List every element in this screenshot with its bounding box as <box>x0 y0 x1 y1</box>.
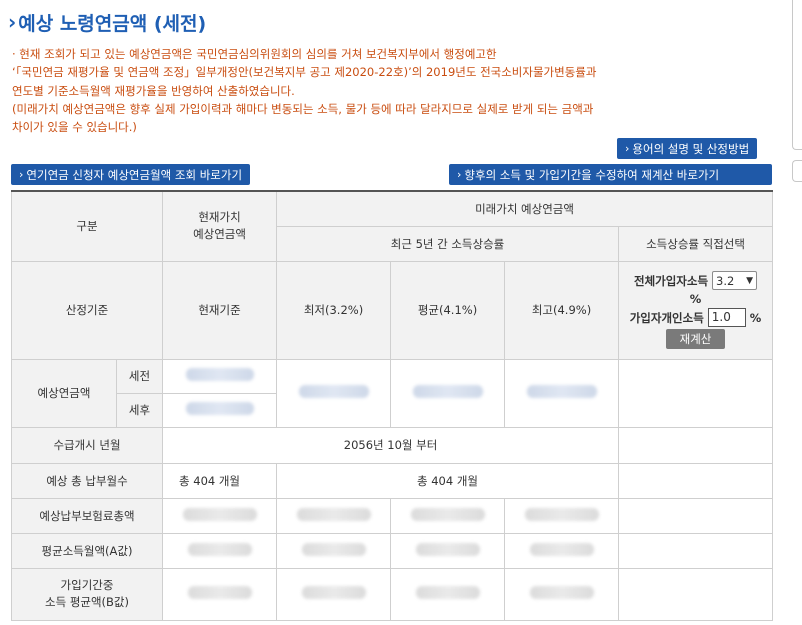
high-pretax-value <box>504 358 620 428</box>
notice-text: · 현재 조회가 되고 있는 예상연금액은 국민연금심의위원회의 심의를 거쳐 … <box>12 45 712 136</box>
redacted-value <box>415 542 480 556</box>
notice-line: 차이가 있을 수 있습니다.) <box>12 120 137 135</box>
cell-low-rate: 최저(3.2%) <box>276 260 392 360</box>
header-recent-5yr-rate: 최근 5년 간 소득상승률 <box>276 225 620 262</box>
row-label-start-date: 수급개시 년월 <box>10 426 164 464</box>
overall-income-row: 전체가입자소득 3.2 ▼ <box>619 271 772 290</box>
avg-income-high <box>504 532 620 569</box>
months-direct <box>618 462 774 499</box>
months-current: 총 404 개월 <box>162 462 278 499</box>
recalculate-link-label: 향후의 소득 및 가입기간을 수정하여 재계산 바로가기 <box>464 167 720 182</box>
cell-direct-select-controls: 전체가입자소득 3.2 ▼ % 가입자개인소득 1.0 % 재계산 <box>618 260 774 360</box>
redacted-value <box>187 586 252 599</box>
deferred-pension-lookup-button[interactable]: › 연기연금 신청자 예상연금월액 조회 바로가기 <box>11 164 251 185</box>
low-pretax-value <box>276 358 392 428</box>
overall-income-value: 3.2 <box>716 273 735 288</box>
redacted-value <box>526 385 597 398</box>
notice-line: · 현재 조회가 되고 있는 예상연금액은 국민연금심의위원회의 심의를 거쳐 … <box>12 47 497 61</box>
premium-low <box>276 497 392 534</box>
avg-income-direct <box>618 532 774 569</box>
chevron-down-icon: ▼ <box>746 275 754 286</box>
present-aftertax-value <box>162 392 278 428</box>
row-label-pretax: 세전 <box>115 358 164 394</box>
terms-explanation-button[interactable]: › 용어의 설명 및 산정방법 <box>617 138 758 159</box>
avg-pretax-value <box>390 358 506 428</box>
redacted-value <box>185 368 254 381</box>
page-title: › 예상 노령연금액 (세전) <box>8 7 206 37</box>
redacted-value <box>301 542 366 556</box>
personal-income-input[interactable]: 1.0 <box>707 308 746 327</box>
pension-table: 구분 현재가치 예상연금액 미래가치 예상연금액 최근 5년 간 소득상승률 소… <box>10 190 774 621</box>
page-title-text: 예상 노령연금액 (세전) <box>18 12 207 35</box>
redacted-value <box>524 507 599 521</box>
row-label-premium-total: 예상납부보험료총액 <box>10 497 164 534</box>
header-future-value: 미래가치 예상연금액 <box>276 190 774 227</box>
redacted-value <box>410 507 485 521</box>
premium-direct <box>618 497 774 534</box>
row-label-aftertax: 세후 <box>115 392 164 428</box>
header-direct-select: 소득상승률 직접선택 <box>618 225 774 262</box>
chevron-right-icon: › <box>457 168 462 181</box>
header-category: 구분 <box>10 190 164 262</box>
avg-income-avg <box>390 532 506 569</box>
premium-high <box>504 497 620 534</box>
premium-current <box>162 497 278 534</box>
percent-sign: % <box>749 310 762 325</box>
cell-high-rate: 최고(4.9%) <box>504 260 620 360</box>
period-avg-direct <box>618 567 774 621</box>
redacted-value <box>298 385 369 398</box>
percent-sign: % <box>689 292 702 306</box>
personal-income-row: 가입자개인소득 1.0 % <box>619 308 772 327</box>
months-future: 총 404 개월 <box>276 462 620 499</box>
redacted-value <box>415 586 480 599</box>
notice-line: 연도별 기준소득월액 재평가율을 반영하여 산출하였습니다. <box>12 83 295 98</box>
row-label-total-months: 예상 총 납부월수 <box>10 462 164 499</box>
notice-line: (미래가치 예상연금액은 향후 실제 가입이력과 해마다 변동되는 소득, 물가… <box>12 101 594 116</box>
personal-income-label: 가입자개인소득 <box>629 310 704 325</box>
side-panel-edge <box>792 0 802 150</box>
row-label-basis: 산정기준 <box>10 260 164 360</box>
recalculate-button[interactable]: 재계산 <box>665 329 726 349</box>
deferred-pension-lookup-label: 연기연금 신청자 예상연금월액 조회 바로가기 <box>26 167 243 182</box>
redacted-value <box>296 507 371 521</box>
redacted-value <box>185 402 254 415</box>
direct-select-value <box>618 358 774 428</box>
premium-avg <box>390 497 506 534</box>
period-avg-current <box>162 567 278 621</box>
redacted-value <box>529 586 594 599</box>
start-date-direct <box>618 426 774 464</box>
period-avg-low <box>276 567 392 621</box>
overall-income-select[interactable]: 3.2 ▼ <box>712 271 758 290</box>
redacted-value <box>182 507 257 521</box>
cell-avg-rate: 평균(4.1%) <box>390 260 506 360</box>
present-pretax-value <box>162 358 278 394</box>
period-avg-high <box>504 567 620 621</box>
redacted-value <box>187 542 252 556</box>
chevron-right-icon: › <box>625 142 630 155</box>
terms-explanation-label: 용어의 설명 및 산정방법 <box>632 141 750 156</box>
notice-line: ‘「국민연금 재평가율 및 연금액 조정」일부개정안(보건복지부 공고 제202… <box>12 65 597 80</box>
redacted-value <box>412 385 483 398</box>
row-label-expected-pension: 예상연금액 <box>11 358 117 428</box>
chevron-right-icon: › <box>19 168 24 181</box>
avg-income-current <box>162 532 278 569</box>
start-date-value: 2056년 10월 부터 <box>162 426 620 464</box>
redacted-value <box>529 542 594 556</box>
row-label-avg-income-a: 평균소득월액(A값) <box>10 532 164 569</box>
recalculate-link-button[interactable]: › 향후의 소득 및 가입기간을 수정하여 재계산 바로가기 <box>449 164 772 185</box>
avg-income-low <box>276 532 392 569</box>
chevron-right-icon: › <box>8 10 17 34</box>
cell-current-basis: 현재기준 <box>162 260 278 360</box>
row-label-period-avg-b: 가입기간중 소득 평균액(B값) <box>10 567 164 621</box>
period-avg-avg <box>390 567 506 621</box>
side-tab-edge[interactable] <box>792 160 802 182</box>
overall-income-label: 전체가입자소득 <box>633 273 709 288</box>
header-present-value: 현재가치 예상연금액 <box>162 190 278 262</box>
redacted-value <box>301 586 366 599</box>
